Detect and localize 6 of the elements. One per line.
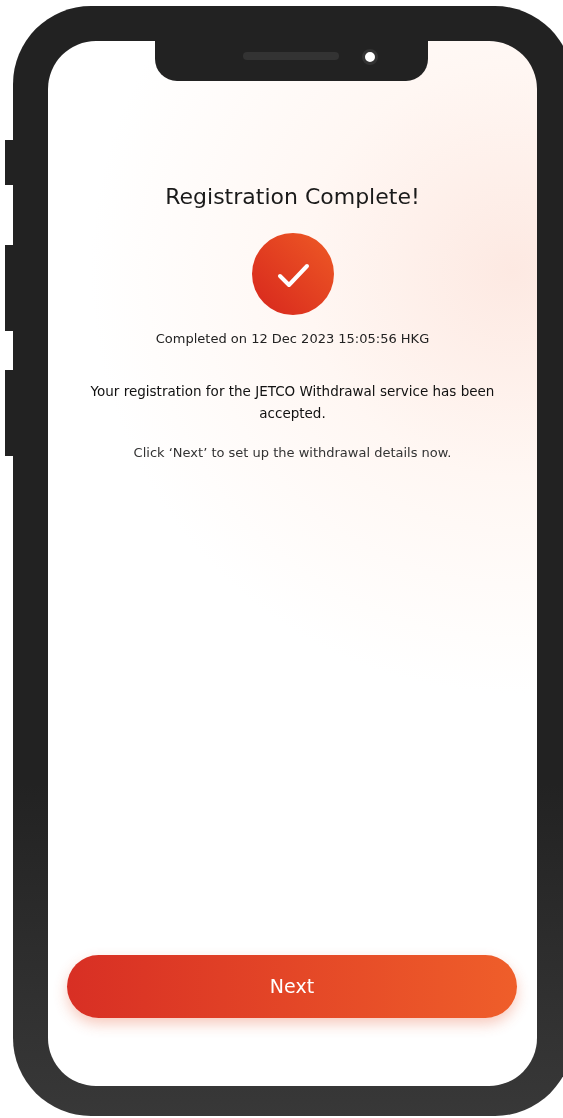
success-check-icon <box>251 232 334 315</box>
confirmation-message: Your registration for the JETCO Withdrawal service has been accepted. <box>89 382 496 423</box>
instruction-text: Click ‘Next’ to set up the withdrawal details now. <box>133 444 452 462</box>
screen-title: Registration Complete! <box>165 183 420 211</box>
next-button[interactable]: Next <box>67 955 517 1018</box>
completed-timestamp: Completed on 12 Dec 2023 15:05:56 HKG <box>155 329 430 348</box>
